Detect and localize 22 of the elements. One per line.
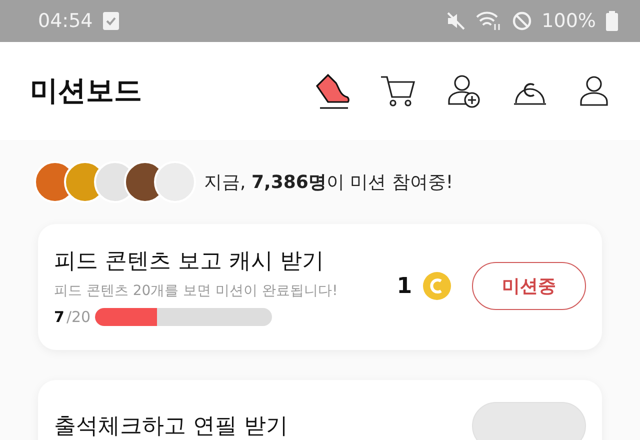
progress-total: /20 [66, 308, 91, 326]
mission-title: 피드 콘텐츠 보고 캐시 받기 [54, 248, 325, 276]
mission-title: 출석체크하고 연필 받기 [54, 413, 289, 440]
user-icon[interactable] [578, 74, 610, 108]
page-title: 미션보드 [30, 73, 143, 109]
battery-icon [606, 11, 618, 31]
wifi-icon [476, 11, 502, 31]
mission-description: 피드 콘텐츠 20개를 보면 미션이 완료됩니다! [54, 282, 339, 300]
blocked-icon [512, 11, 532, 31]
mute-icon [446, 11, 466, 31]
mission-button[interactable]: 미션중 [472, 262, 586, 310]
reward-amount: 1 [396, 274, 412, 298]
sneaker-icon[interactable] [314, 73, 350, 109]
status-time: 04:54 [38, 10, 93, 32]
add-user-icon[interactable] [446, 73, 482, 109]
cart-icon[interactable] [380, 73, 416, 109]
avatar [154, 161, 196, 203]
battery-percent: 100% [542, 10, 596, 32]
coin-icon [422, 271, 452, 301]
participants-text: 지금, 7,386명이 미션 참여중! [204, 171, 454, 194]
check-icon [102, 12, 119, 30]
progress-count: 7 [54, 308, 64, 326]
